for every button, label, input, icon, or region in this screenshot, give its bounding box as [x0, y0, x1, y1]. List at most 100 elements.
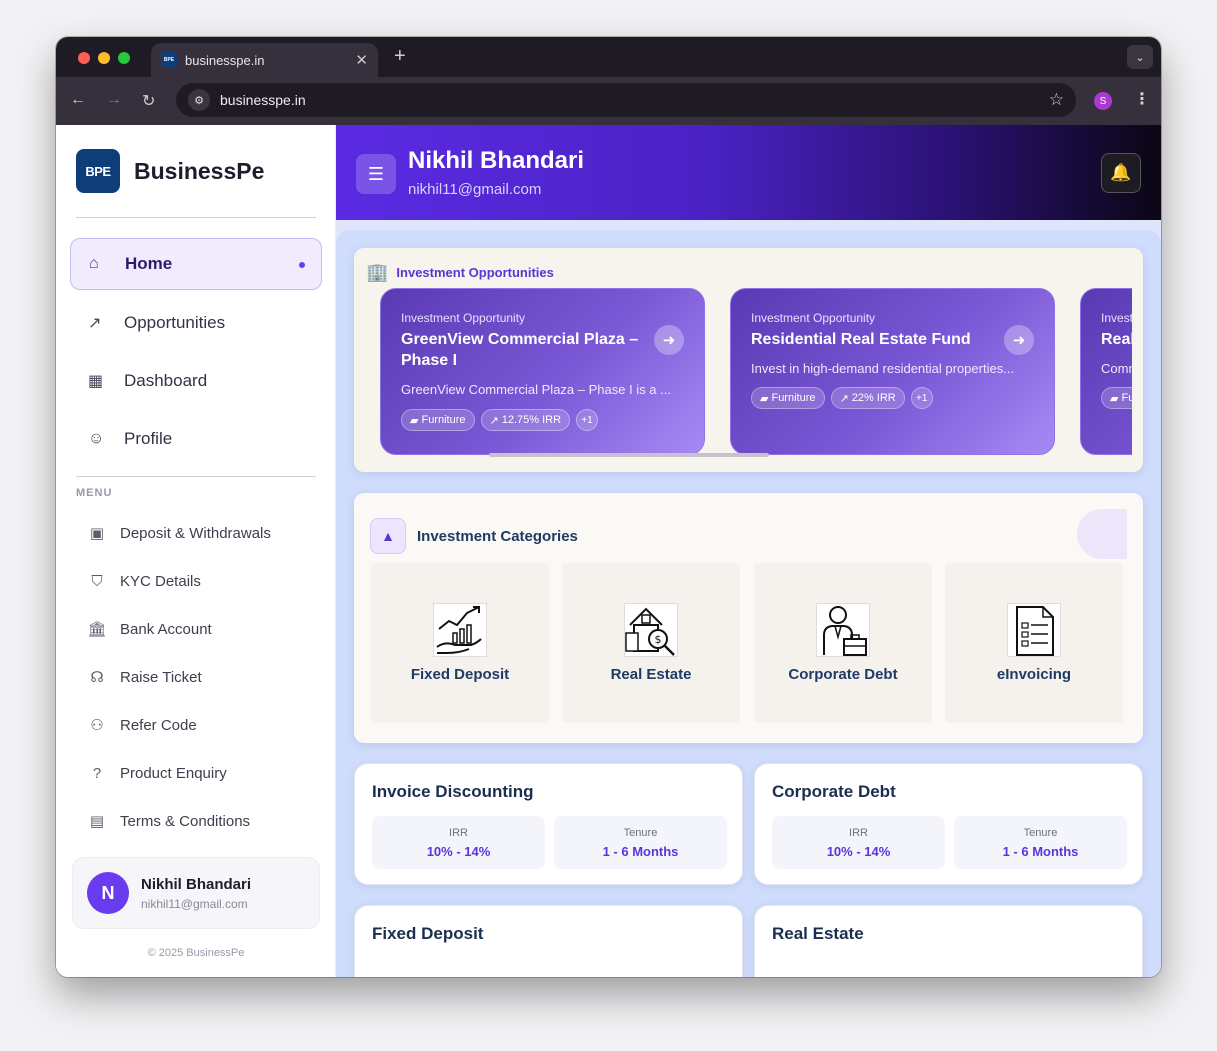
copyright: © 2025 BusinessPe — [147, 947, 245, 959]
menu-item-label: KYC Details — [120, 572, 201, 590]
minimize-window-button[interactable] — [98, 52, 110, 64]
trending-up-icon: ↗ — [88, 315, 102, 332]
menu-item-label: Deposit & Withdrawals — [120, 524, 271, 542]
chip-label: 22% IRR — [851, 392, 896, 404]
sofa-icon: ▰ — [410, 414, 419, 427]
browser-tab[interactable]: BPE businesspe.in ✕ — [151, 43, 378, 77]
metric-tenure: Tenure 1 - 6 Months — [554, 816, 727, 869]
address-bar[interactable]: ⚙ businesspe.in ☆ — [176, 83, 1076, 117]
product-card-real-estate[interactable]: Real Estate — [754, 905, 1143, 977]
close-window-button[interactable] — [78, 52, 90, 64]
brand-logo: BPE — [76, 149, 120, 193]
metric-irr: IRR 10% - 14% — [372, 816, 545, 869]
opportunity-card[interactable]: Invest Real Comm ▰Fu — [1080, 288, 1132, 455]
menu-item-product-enquiry[interactable]: ? Product Enquiry — [86, 761, 227, 785]
opportunities-panel: 🏢 Investment Opportunities Investment Op… — [354, 248, 1143, 472]
sidebar-item-label: Dashboard — [124, 371, 208, 390]
category-label: eInvoicing — [996, 666, 1072, 683]
active-indicator-dot — [299, 262, 305, 268]
help-circle-icon: ? — [92, 764, 102, 782]
tab-search-chevron-icon[interactable]: ⌄ — [1127, 45, 1153, 69]
businessman-briefcase-icon — [816, 603, 870, 657]
sidebar-divider — [76, 476, 316, 477]
menu-item-deposit-withdrawals[interactable]: ▣ Deposit & Withdrawals — [86, 521, 271, 545]
bank-icon: 🏛 — [87, 621, 107, 638]
building-icon: 🏢 — [366, 262, 389, 282]
trending-up-icon: ↗ — [489, 414, 499, 427]
sidebar-item-home[interactable]: ⌂ Home — [70, 238, 322, 290]
metric-value: 1 - 6 Months — [602, 844, 679, 859]
opportunity-chips: ▰ Furniture ↗ 12.75% IRR +1 — [401, 409, 599, 431]
svg-text:$: $ — [655, 633, 662, 646]
url-text[interactable]: businesspe.in — [220, 92, 1049, 108]
opportunity-chips: ▰ Furniture ↗ 22% IRR +1 — [751, 387, 933, 409]
app-root: BPE BusinessPe ⌂ Home ↗ Opportunities ▦ … — [56, 125, 1161, 977]
arrow-right-icon[interactable]: ➜ — [1004, 325, 1034, 355]
chip-label: 12.75% IRR — [501, 414, 562, 426]
forward-arrow-icon[interactable]: → — [106, 91, 122, 109]
product-card-invoice-discounting[interactable]: Invoice Discounting IRR 10% - 14% Tenure… — [354, 763, 743, 885]
category-label: Real Estate — [610, 666, 692, 683]
sidebar-item-opportunities[interactable]: ↗ Opportunities — [70, 297, 322, 349]
new-tab-icon[interactable]: + — [394, 45, 406, 68]
notification-bell-icon[interactable]: 🔔 — [1101, 153, 1141, 193]
back-arrow-icon[interactable]: ← — [70, 91, 86, 109]
category-tile-einvoicing[interactable]: eInvoicing — [945, 563, 1123, 723]
hamburger-menu-button[interactable]: ☰ — [356, 154, 396, 194]
shapes-icon: ▲ — [370, 518, 406, 554]
chip-more[interactable]: +1 — [910, 387, 933, 409]
opportunity-kicker: Investment Opportunity — [401, 311, 526, 325]
browser-menu-kebab-icon[interactable]: ⋮ — [1134, 89, 1150, 109]
opportunity-chips: ▰Fu — [1101, 387, 1132, 409]
favicon-icon: BPE — [161, 52, 177, 68]
bookmark-star-icon[interactable]: ☆ — [1049, 90, 1064, 110]
chip-more[interactable]: +1 — [576, 409, 599, 431]
category-tile-fixed-deposit[interactable]: Fixed Deposit — [371, 563, 549, 723]
menu-item-raise-ticket[interactable]: ☊ Raise Ticket — [86, 665, 202, 689]
opportunity-description: GreenView Commercial Plaza – Phase I is … — [401, 382, 671, 397]
user-name: Nikhil Bhandari — [141, 875, 252, 893]
menu-item-label: Terms & Conditions — [120, 812, 251, 830]
arrow-right-icon[interactable]: ➜ — [654, 325, 684, 355]
trending-up-icon: ↗ — [839, 392, 849, 405]
chip-irr: ↗ 12.75% IRR — [480, 409, 571, 431]
product-card-fixed-deposit[interactable]: Fixed Deposit — [354, 905, 743, 977]
menu-item-bank-account[interactable]: 🏛 Bank Account — [86, 617, 211, 641]
sidebar-item-label: Opportunities — [124, 313, 226, 332]
shield-check-icon: ⛉ — [91, 572, 103, 590]
site-info-icon[interactable]: ⚙ — [188, 89, 210, 111]
header-user-email: nikhil11@gmail.com — [408, 181, 542, 198]
user-icon: ☺ — [88, 430, 105, 447]
invoice-document-icon — [1007, 603, 1061, 657]
menu-item-kyc-details[interactable]: ⛉ KYC Details — [86, 569, 201, 593]
opportunity-title: GreenView Commercial Plaza – Phase I — [401, 331, 639, 369]
categories-title: Investment Categories — [417, 527, 578, 545]
avatar: N — [87, 872, 129, 914]
dashboard-icon: ▦ — [88, 373, 104, 390]
sidebar-item-dashboard[interactable]: ▦ Dashboard — [70, 355, 322, 407]
horizontal-scrollbar[interactable] — [489, 453, 769, 457]
browser-profile-avatar[interactable]: S — [1094, 92, 1112, 110]
main-content: ☰ Nikhil Bhandari nikhil11@gmail.com 🔔 🏢… — [336, 125, 1161, 977]
maximize-window-button[interactable] — [118, 52, 130, 64]
sidebar-user-card[interactable]: N Nikhil Bhandari nikhil11@gmail.com — [72, 857, 320, 929]
opportunity-title: Residential Real Estate Fund — [751, 331, 971, 348]
opportunity-card[interactable]: Investment Opportunity Residential Real … — [730, 288, 1055, 455]
user-email: nikhil11@gmail.com — [141, 896, 248, 911]
sidebar-item-profile[interactable]: ☺ Profile — [70, 413, 322, 465]
menu-item-terms-conditions[interactable]: ▤ Terms & Conditions — [86, 809, 250, 833]
headset-icon: ☊ — [90, 669, 104, 686]
reload-icon[interactable]: ↻ — [142, 91, 155, 111]
brand[interactable]: BPE BusinessPe — [76, 149, 264, 193]
menu-item-label: Raise Ticket — [120, 668, 202, 686]
product-card-corporate-debt[interactable]: Corporate Debt IRR 10% - 14% Tenure 1 - … — [754, 763, 1143, 885]
category-tile-corporate-debt[interactable]: Corporate Debt — [754, 563, 932, 723]
menu-item-refer-code[interactable]: ⚇ Refer Code — [86, 713, 196, 737]
close-tab-icon[interactable]: ✕ — [355, 51, 368, 69]
header-user-name: Nikhil Bhandari — [408, 147, 585, 174]
category-tile-real-estate[interactable]: $ Real Estate — [562, 563, 740, 723]
sidebar-divider — [76, 217, 316, 218]
opportunity-title: Real — [1101, 331, 1132, 348]
metric-irr: IRR 10% - 14% — [772, 816, 945, 869]
opportunity-card[interactable]: Investment Opportunity GreenView Commerc… — [380, 288, 705, 455]
